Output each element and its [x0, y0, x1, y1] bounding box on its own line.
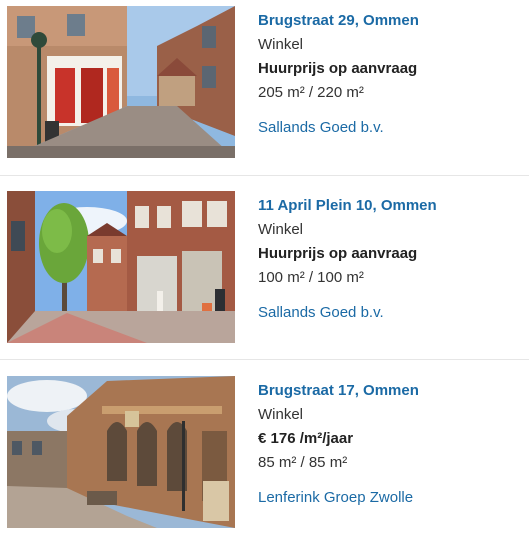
listing-card[interactable]: Brugstraat 17, Ommen Winkel € 176 /m²/ja… — [0, 370, 529, 555]
listing-type: Winkel — [258, 221, 304, 238]
listing-price: Huurprijs op aanvraag — [258, 60, 418, 77]
listing-separator — [0, 175, 529, 176]
listing-price: € 176 /m²/jaar — [258, 430, 354, 447]
listing-address-link[interactable]: Brugstraat 17, Ommen — [258, 381, 526, 405]
listing-area: 100 m² / 100 m² — [258, 269, 364, 286]
listing-info: Brugstraat 29, Ommen Winkel Huurprijs op… — [258, 11, 526, 138]
listing-photo[interactable] — [7, 191, 235, 343]
listing-broker-link[interactable]: Lenferink Groep Zwolle — [258, 488, 526, 508]
listing-list: Brugstraat 29, Ommen Winkel Huurprijs op… — [0, 0, 529, 540]
listing-broker-link[interactable]: Sallands Goed b.v. — [258, 303, 526, 323]
listing-area: 205 m² / 220 m² — [258, 84, 364, 101]
listing-type: Winkel — [258, 36, 304, 53]
listing-area: 85 m² / 85 m² — [258, 454, 348, 471]
listing-card[interactable]: Brugstraat 29, Ommen Winkel Huurprijs op… — [0, 0, 529, 185]
listing-address-link[interactable]: Brugstraat 29, Ommen — [258, 11, 526, 35]
listing-type: Winkel — [258, 406, 304, 423]
listing-separator — [0, 359, 529, 360]
listing-card[interactable]: 11 April Plein 10, Ommen Winkel Huurprij… — [0, 185, 529, 370]
listing-photo[interactable] — [7, 6, 235, 158]
listing-info: 11 April Plein 10, Ommen Winkel Huurprij… — [258, 196, 526, 323]
listing-photo[interactable] — [7, 376, 235, 528]
listing-price: Huurprijs op aanvraag — [258, 245, 418, 262]
listing-info: Brugstraat 17, Ommen Winkel € 176 /m²/ja… — [258, 381, 526, 508]
listing-address-link[interactable]: 11 April Plein 10, Ommen — [258, 196, 526, 220]
listing-broker-link[interactable]: Sallands Goed b.v. — [258, 118, 526, 138]
